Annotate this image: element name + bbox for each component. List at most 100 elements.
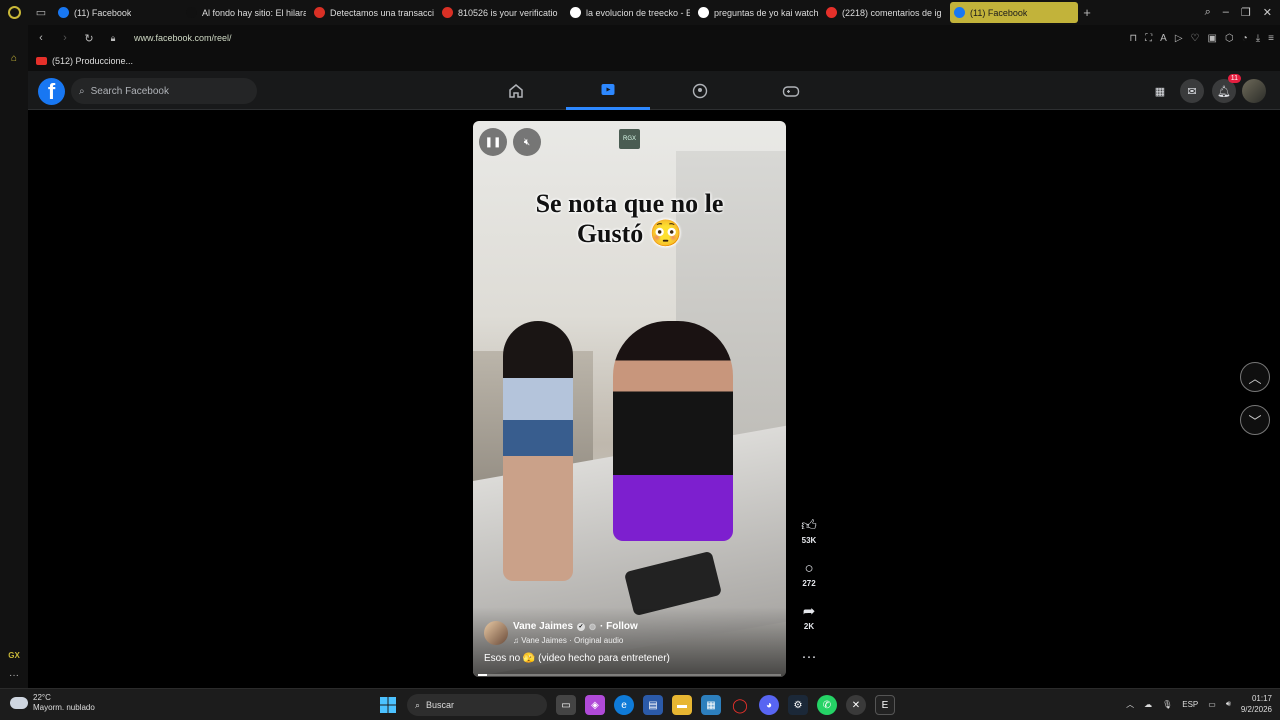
tiktok-icon <box>186 7 197 18</box>
search-tabs-icon[interactable]: ⌕ <box>1205 6 1211 19</box>
tab-reels[interactable] <box>566 71 650 110</box>
new-tab-button[interactable]: + <box>1078 5 1096 20</box>
windows-start-icon[interactable] <box>378 695 398 715</box>
browser-tab[interactable]: (11) Facebook <box>54 2 182 23</box>
mute-button[interactable]: 🔇︎ <box>513 128 541 156</box>
language-indicator[interactable]: ESP <box>1182 700 1198 709</box>
comment-button[interactable]: ○ 272 <box>794 560 824 588</box>
tab-gaming[interactable] <box>749 71 833 110</box>
close-window-icon[interactable]: ✕ <box>1263 6 1272 19</box>
translate-icon[interactable]: A <box>1160 33 1167 44</box>
reel-stage: ❚❚ 🔇︎ RGX Se nota que no le Gustó 😳 Vane… <box>28 110 1280 688</box>
menu-icon[interactable]: ≡ <box>1268 33 1274 44</box>
verified-icon: ✓ <box>577 622 586 631</box>
share-icon: ➦ <box>802 603 816 620</box>
browser-tab-title: (11) Facebook <box>74 7 132 18</box>
download-icon[interactable]: ⤓ <box>1256 33 1260 44</box>
copilot-icon[interactable]: ◈ <box>585 695 605 715</box>
sidebar-more-icon[interactable]: ··· <box>0 670 28 681</box>
tray-chevron-icon[interactable]: ︿ <box>1126 699 1134 710</box>
profile-icon[interactable]: ◔ <box>1242 33 1248 44</box>
edge-icon[interactable]: e <box>614 695 634 715</box>
author-avatar[interactable] <box>484 621 508 645</box>
volume-icon[interactable]: 🔊︎ <box>1226 699 1231 709</box>
more-options-button[interactable]: ··· <box>794 648 824 666</box>
caption-line-2: Gustó 😳 <box>576 219 683 248</box>
xbox-icon[interactable]: ✕ <box>846 695 866 715</box>
search-input[interactable]: ⌕ Search Facebook <box>71 78 257 104</box>
menu-grid-icon[interactable]: ▦ <box>1148 79 1172 103</box>
app-icon[interactable]: ▦ <box>701 695 721 715</box>
sidebar-gx-label[interactable]: GX <box>0 651 28 660</box>
tab-menu-icon[interactable]: ▭ <box>28 0 54 25</box>
file-explorer-icon[interactable]: ▬ <box>672 695 692 715</box>
browser-tab[interactable]: preguntas de yo kai watch <box>694 2 822 23</box>
google-icon <box>570 7 581 18</box>
taskbar-search-input[interactable]: ⌕ Buscar <box>407 694 547 716</box>
share-button[interactable]: ➦ 2K <box>794 603 824 631</box>
video-progress-bar[interactable] <box>478 674 781 676</box>
display-icon[interactable]: ▭ <box>1208 700 1216 709</box>
snapshot-icon[interactable]: ⛶ <box>1145 33 1152 44</box>
facebook-logo-icon[interactable]: f <box>38 78 65 105</box>
back-icon[interactable]: ‹ <box>34 32 48 44</box>
author-row: Vane Jaimes ✓ ◍ · Follow <box>513 621 638 632</box>
tab-groups[interactable] <box>658 71 742 110</box>
minimize-icon[interactable]: – <box>1223 6 1229 19</box>
google-icon <box>698 7 709 18</box>
profile-avatar[interactable] <box>1242 79 1266 103</box>
like-icon: 👍︎ <box>801 517 817 534</box>
epic-games-icon[interactable]: E <box>875 695 895 715</box>
address-bar: ‹ › ↻ 🔒︎ www.facebook.com/reel/ ⊓ ⛶ A ▷ … <box>28 25 1280 51</box>
heart-icon[interactable]: ♡ <box>1191 33 1200 44</box>
watermark-logo: RGX <box>619 129 640 149</box>
browser-tab[interactable]: la evolucion de treecko - E <box>566 2 694 23</box>
clock-time: 01:17 <box>1251 694 1272 703</box>
microphone-icon[interactable]: 🎙︎ <box>1162 700 1172 709</box>
reel-video[interactable]: ❚❚ 🔇︎ RGX Se nota que no le Gustó 😳 Vane… <box>473 121 786 677</box>
browser-tab-bar: ▭ (11) Facebook Al fondo hay sitio: El hi… <box>0 0 1280 25</box>
previous-reel-button[interactable]: ︿ <box>1240 362 1270 392</box>
steam-icon[interactable]: ⚙ <box>788 695 808 715</box>
youtube-icon <box>36 57 47 65</box>
audio-label[interactable]: ♫ Vane Jaimes · Original audio <box>513 636 623 645</box>
weather-widget[interactable]: 22°C Mayorm. nublado <box>10 693 95 713</box>
browser-tab[interactable]: (11) Facebook <box>950 2 1078 23</box>
pin-icon[interactable]: ⊓ <box>1129 33 1137 44</box>
onedrive-icon[interactable]: ☁ <box>1144 700 1152 709</box>
messenger-icon[interactable]: ✉ <box>1180 79 1204 103</box>
facebook-top-nav: f ⌕ Search Facebook ▦ ✉ 🔔︎ 11 <box>28 71 1280 110</box>
opera-logo-icon[interactable] <box>0 0 28 25</box>
forward-icon[interactable]: › <box>58 32 72 44</box>
extensions-icon[interactable]: ⬡ <box>1225 33 1234 44</box>
task-view-icon[interactable]: ▭ <box>556 695 576 715</box>
browser-tab-title: (2218) comentarios de ig <box>842 7 942 18</box>
discord-icon[interactable]: ◕ <box>759 695 779 715</box>
browser-tab[interactable]: (2218) comentarios de ig <box>822 2 950 23</box>
next-reel-button[interactable]: ﹀ <box>1240 405 1270 435</box>
video-progress-fill <box>478 674 488 676</box>
clock[interactable]: 01:17 9/2/2026 <box>1241 693 1272 715</box>
author-name[interactable]: Vane Jaimes <box>513 621 573 632</box>
notifications-icon[interactable]: 🔔︎ 11 <box>1212 74 1241 103</box>
browser-tab[interactable]: 810526 is your verificatio <box>438 2 566 23</box>
restore-icon[interactable]: ❐ <box>1241 6 1251 19</box>
clock-date: 9/2/2026 <box>1240 705 1272 714</box>
browser-tab[interactable]: Al fondo hay sitio: El hilara <box>182 2 310 23</box>
opera-gx-icon[interactable]: ◯ <box>730 695 750 715</box>
like-button[interactable]: 👍︎ 53K <box>794 517 824 545</box>
store-icon[interactable]: ▤ <box>643 695 663 715</box>
bookmark-item[interactable]: (512) Produccione... <box>52 56 133 66</box>
browser-tab[interactable]: Detectamos una transacci <box>310 2 438 23</box>
tabs-icon[interactable]: ▣ <box>1208 33 1217 44</box>
youtube-icon <box>826 7 837 18</box>
url-field[interactable]: www.facebook.com/reel/ <box>134 33 232 43</box>
tab-home[interactable] <box>474 71 558 110</box>
whatsapp-icon[interactable]: ✆ <box>817 695 837 715</box>
follow-button[interactable]: · Follow <box>600 621 638 632</box>
pause-button[interactable]: ❚❚ <box>479 128 507 156</box>
gmail-icon <box>442 7 453 18</box>
reload-icon[interactable]: ↻ <box>82 32 96 45</box>
play-icon[interactable]: ▷ <box>1175 33 1183 44</box>
sidebar-wallet-icon[interactable]: ⌂ <box>0 53 28 64</box>
